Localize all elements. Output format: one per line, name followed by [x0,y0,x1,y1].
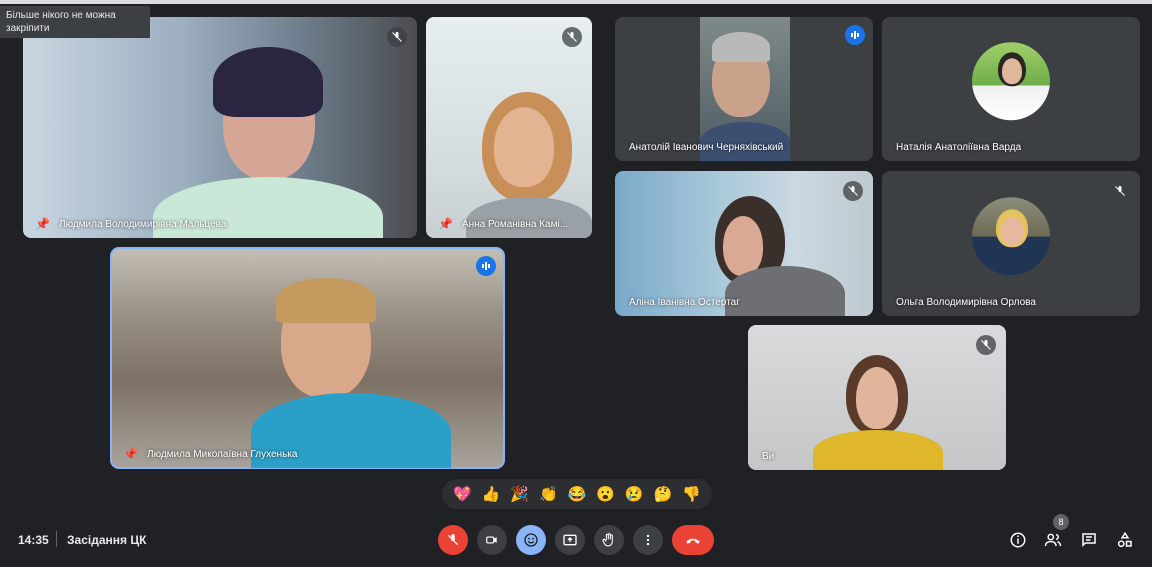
mic-off-icon [1110,181,1130,201]
mic-off-icon [562,27,582,47]
reaction-heart[interactable]: 💖 [453,487,472,502]
participant-tile-5[interactable]: Аліна Іванівна Остертаг [615,171,873,316]
meeting-details-button[interactable] [1007,529,1029,551]
reaction-party[interactable]: 🎉 [510,487,529,502]
mic-toggle-button[interactable] [438,525,468,555]
meeting-time: 14:35 [18,533,49,547]
audio-level-icon [845,25,865,45]
mic-off-icon [843,181,863,201]
info-icon [1010,532,1026,548]
avatar [972,196,1050,275]
activities-button[interactable] [1114,529,1136,551]
reaction-thumbs-up[interactable]: 👍 [482,487,501,502]
reactions-bar: 💖 👍 🎉 👏 😂 😮 😢 🤔 👎 [442,479,712,509]
activities-icon [1117,531,1132,548]
participant-name: Ольга Володимирівна Орлова [896,297,1036,308]
present-button[interactable] [555,525,585,555]
raise-hand-button[interactable] [594,525,624,555]
participant-name: Ви [762,451,775,462]
participant-tile-4[interactable]: Наталія Анатоліївна Варда [882,17,1140,161]
reaction-sad[interactable]: 😢 [625,487,644,502]
chat-icon [1082,533,1096,548]
participant-name: Людмила Миколаївна Глухенька [147,449,298,460]
emoji-button[interactable] [516,525,546,555]
participant-tile-self[interactable]: Ви [748,325,1006,470]
participant-tile-6[interactable]: Ольга Володимирівна Орлова [882,171,1140,316]
reaction-thinking[interactable]: 🤔 [654,487,673,502]
participant-tile-1[interactable]: 📌 Людмила Володимирівна Мальцева [23,17,417,238]
participant-tile-7[interactable]: 📌 Людмила Миколаївна Глухенька [110,247,505,469]
pin-icon[interactable]: 📌 [123,447,138,461]
pin-limit-tooltip: Більше нікого не можна закріпити [0,6,150,38]
reaction-surprised[interactable]: 😮 [596,487,615,502]
participant-name: Аліна Іванівна Остертаг [629,297,740,308]
camera-icon [486,536,497,544]
reaction-clap[interactable]: 👏 [539,487,558,502]
participant-name: Анатолій Іванович Черняхівський [629,142,784,153]
audio-level-icon [476,256,496,276]
participant-name: Людмила Володимирівна Мальцева [59,219,227,230]
present-screen-icon [563,534,577,546]
chat-button[interactable] [1078,529,1100,551]
participant-name: Анна Романівна Камі... [462,219,569,230]
camera-toggle-button[interactable] [477,525,507,555]
bottom-toolbar: 14:35 Засідання ЦК [0,520,1152,567]
mic-off-icon [447,534,459,546]
more-vert-icon [646,534,650,546]
meeting-title: Засідання ЦК [67,533,147,547]
top-edge [0,0,1152,4]
divider [56,531,57,547]
participant-tile-3[interactable]: Анатолій Іванович Черняхівський [615,17,873,161]
pin-icon[interactable]: 📌 [35,217,50,231]
participant-tile-2[interactable]: 📌 Анна Романівна Камі... [426,17,592,238]
participants-count-badge: 8 [1053,514,1069,530]
raise-hand-icon [602,533,613,547]
participant-name: Наталія Анатоліївна Варда [896,142,1022,153]
more-options-button[interactable] [633,525,663,555]
reaction-laugh[interactable]: 😂 [568,487,587,502]
mic-off-icon [976,335,996,355]
leave-call-button[interactable] [672,525,714,555]
people-icon [1044,533,1062,547]
reaction-thumbs-down[interactable]: 👎 [682,487,701,502]
people-button[interactable] [1042,529,1064,551]
mic-off-icon [387,27,407,47]
pin-icon[interactable]: 📌 [438,217,453,231]
emoji-icon [524,533,538,547]
call-end-icon [686,538,700,544]
avatar [972,42,1050,121]
participant-video [700,17,790,161]
